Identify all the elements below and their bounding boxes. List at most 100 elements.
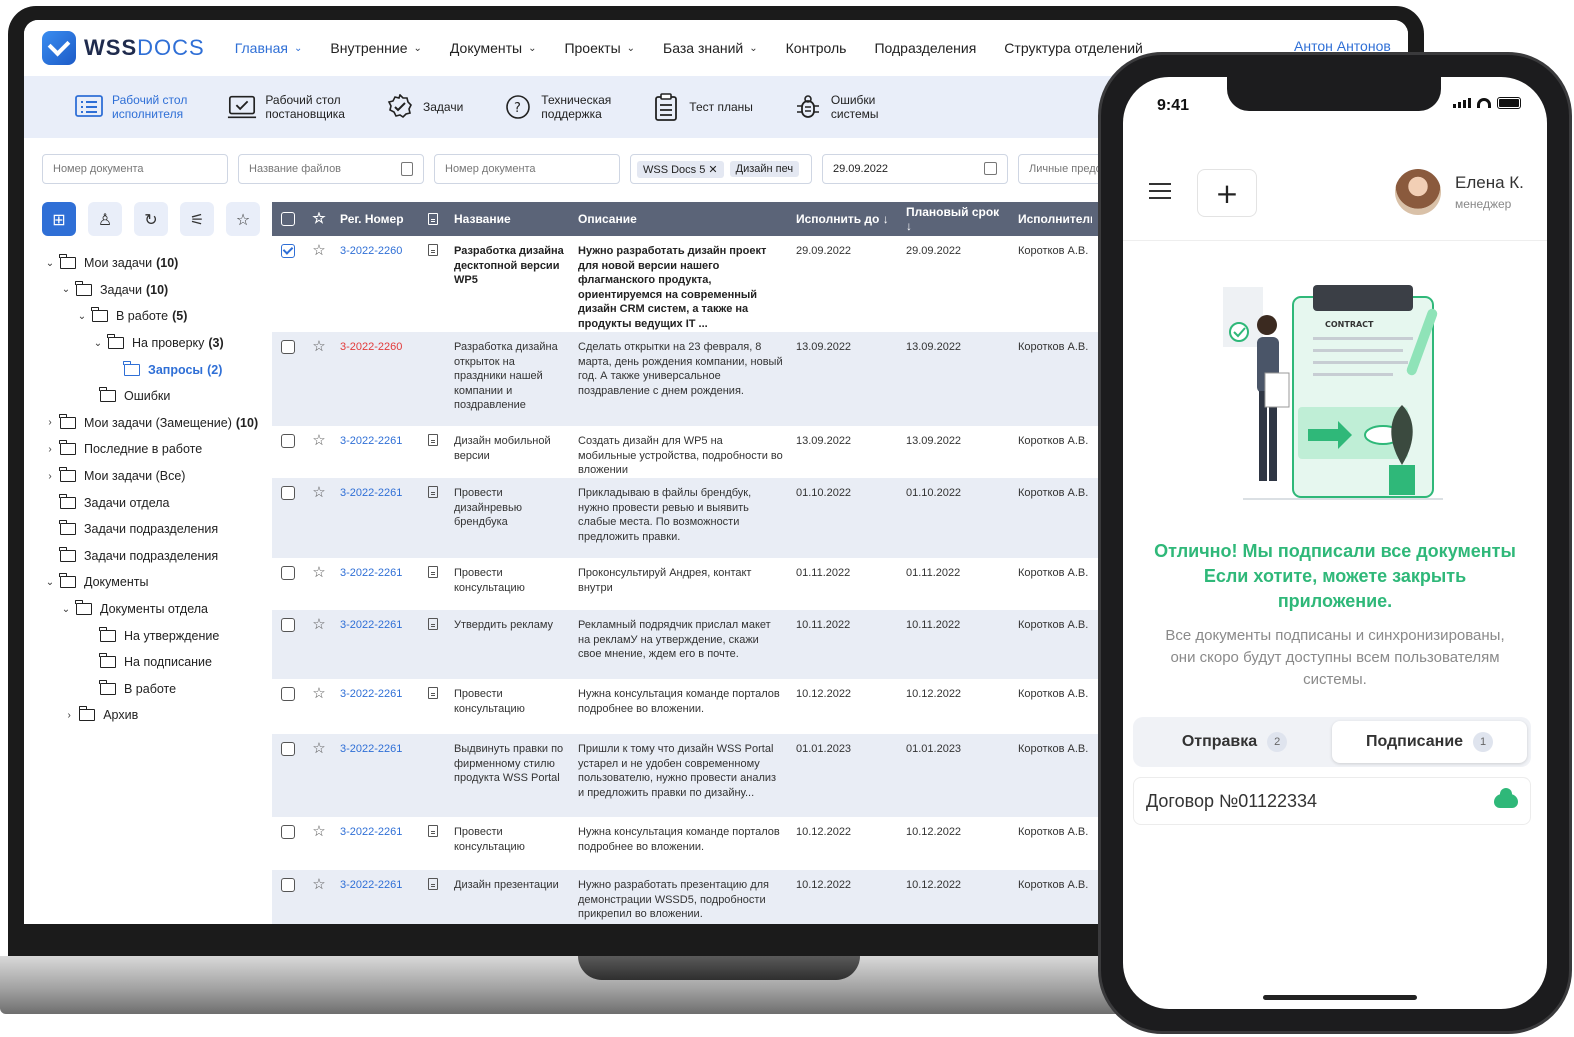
tree-item[interactable]: › Мои задачи (Все) [44, 463, 284, 490]
doc-number-filter[interactable]: Номер документа [42, 154, 228, 184]
tree-item[interactable]: ⌄ Задачи (10) [44, 277, 284, 304]
star-icon[interactable]: ☆ [304, 878, 334, 892]
row-checkbox[interactable] [272, 687, 304, 701]
tab-sending[interactable]: Отправка 2 [1137, 721, 1332, 763]
row-checkbox[interactable] [272, 486, 304, 500]
reg-number-link[interactable]: 3-2022-2260 [334, 244, 418, 259]
tree-item[interactable]: Задачи подразделения [44, 543, 284, 570]
nav-item-5[interactable]: Контроль [786, 40, 847, 56]
menu-icon[interactable] [1149, 183, 1171, 199]
project-filter[interactable]: WSS Docs 5 ✕ Дизайн печ [630, 154, 812, 184]
project-chip[interactable]: WSS Docs 5 ✕ [637, 160, 724, 178]
row-checkbox[interactable] [272, 618, 304, 632]
row-checkbox[interactable] [272, 434, 304, 448]
document-icon[interactable] [418, 825, 448, 837]
tree-item[interactable]: › Последние в работе [44, 436, 284, 463]
nav-item-2[interactable]: Документы ⌄ [450, 40, 537, 56]
row-checkbox[interactable] [272, 878, 304, 892]
row-checkbox[interactable] [272, 825, 304, 839]
logo[interactable]: WSSDOCS [42, 31, 205, 65]
nav-item-6[interactable]: Подразделения [874, 40, 976, 56]
chevron-down-icon[interactable]: ⌄ [92, 338, 104, 349]
tree-item[interactable]: ⌄ Документы [44, 569, 284, 596]
document-icon[interactable] [418, 566, 448, 578]
star-icon[interactable]: ☆ [304, 244, 334, 258]
tree-item[interactable]: ⌄ Мои задачи (10) [44, 250, 284, 277]
add-button[interactable]: ⊞ [42, 202, 76, 236]
document-icon[interactable] [418, 486, 448, 498]
tree-item[interactable]: ⌄ На проверку (3) [44, 330, 284, 357]
document-item[interactable]: Договор №01122334 [1133, 777, 1531, 825]
chevron-right-icon[interactable]: › [44, 444, 56, 455]
add-document-button[interactable]: + [1197, 169, 1257, 217]
header-reg-number[interactable]: Рег. Номер [334, 212, 418, 226]
toolbar-item-5[interactable]: Ошибки системы [793, 93, 879, 121]
avatar[interactable] [1395, 169, 1441, 215]
reg-number-link[interactable]: 3-2022-2260 [334, 340, 418, 355]
design-chip[interactable]: Дизайн печ [729, 161, 800, 177]
header-name[interactable]: Название [448, 212, 572, 226]
chevron-down-icon[interactable]: ⌄ [60, 604, 72, 615]
nav-item-4[interactable]: База знаний ⌄ [663, 40, 758, 56]
row-checkbox[interactable] [272, 566, 304, 580]
reg-number-link[interactable]: 3-2022-2261 [334, 434, 418, 449]
star-icon[interactable]: ☆ [304, 687, 334, 701]
chevron-down-icon[interactable]: ⌄ [60, 284, 72, 295]
tree-item[interactable]: › Мои задачи (Замещение) (10) [44, 410, 284, 437]
tree-item[interactable]: На подписание [44, 649, 284, 676]
chevron-down-icon[interactable]: ⌄ [44, 577, 56, 588]
star-icon[interactable]: ☆ [304, 825, 334, 839]
reg-number-link[interactable]: 3-2022-2261 [334, 566, 418, 581]
star-icon[interactable]: ☆ [304, 566, 334, 580]
document-icon[interactable] [418, 244, 448, 256]
chevron-right-icon[interactable]: › [44, 471, 56, 482]
file-name-filter[interactable]: Название файлов [238, 154, 424, 184]
chevron-down-icon[interactable]: ⌄ [76, 311, 88, 322]
toolbar-item-0[interactable]: Рабочий стол исполнителя [74, 93, 187, 121]
star-icon[interactable]: ☆ [304, 486, 334, 500]
toolbar-item-2[interactable]: Задачи [385, 94, 463, 120]
reg-number-link[interactable]: 3-2022-2261 [334, 825, 418, 840]
chevron-right-icon[interactable]: › [63, 710, 75, 721]
chevron-down-icon[interactable]: ⌄ [44, 258, 56, 269]
tab-signing[interactable]: Подписание 1 [1332, 721, 1527, 763]
header-due[interactable]: Исполнить до ↓ [790, 212, 900, 226]
header-plan[interactable]: Плановый срок ↓ [900, 205, 1012, 233]
document-icon[interactable] [418, 878, 448, 890]
tree-item[interactable]: В работе [44, 676, 284, 703]
nav-item-7[interactable]: Структура отделений [1004, 40, 1143, 56]
tree-item[interactable]: Задачи подразделения [44, 516, 284, 543]
chevron-right-icon[interactable]: › [44, 417, 56, 428]
date-filter[interactable]: 29.09.2022 [822, 154, 1008, 184]
filter-off-button[interactable]: ⚟ [180, 202, 214, 236]
row-checkbox[interactable] [272, 742, 304, 756]
toolbar-item-4[interactable]: Тест планы [651, 93, 753, 121]
user-filter-button[interactable]: ♙ [88, 202, 122, 236]
nav-item-0[interactable]: Главная ⌄ [235, 40, 303, 56]
nav-item-1[interactable]: Внутренние ⌄ [330, 40, 422, 56]
row-checkbox[interactable] [272, 244, 304, 258]
star-icon[interactable]: ☆ [304, 618, 334, 632]
star-icon[interactable]: ☆ [304, 434, 334, 448]
tree-item[interactable]: На утверждение [44, 622, 284, 649]
tree-item[interactable]: › Архив [44, 702, 284, 729]
nav-item-3[interactable]: Проекты ⌄ [564, 40, 635, 56]
row-checkbox[interactable] [272, 340, 304, 354]
doc-number-filter-2[interactable]: Номер документа [434, 154, 620, 184]
refresh-button[interactable]: ↻ [134, 202, 168, 236]
document-icon[interactable] [418, 618, 448, 630]
star-icon[interactable]: ☆ [304, 340, 334, 354]
header-executor[interactable]: Исполнитель [1012, 212, 1092, 226]
reg-number-link[interactable]: 3-2022-2261 [334, 878, 418, 893]
reg-number-link[interactable]: 3-2022-2261 [334, 687, 418, 702]
reg-number-link[interactable]: 3-2022-2261 [334, 742, 418, 757]
reg-number-link[interactable]: 3-2022-2261 [334, 618, 418, 633]
document-icon[interactable] [418, 687, 448, 699]
toolbar-item-1[interactable]: Рабочий стол постановщика [227, 93, 345, 121]
tree-item[interactable]: ⌄ В работе (5) [44, 303, 284, 330]
toolbar-item-3[interactable]: ? Техническая поддержка [503, 93, 611, 121]
document-icon[interactable] [418, 434, 448, 446]
reg-number-link[interactable]: 3-2022-2261 [334, 486, 418, 501]
select-all-checkbox[interactable] [272, 212, 304, 226]
header-description[interactable]: Описание [572, 212, 790, 226]
